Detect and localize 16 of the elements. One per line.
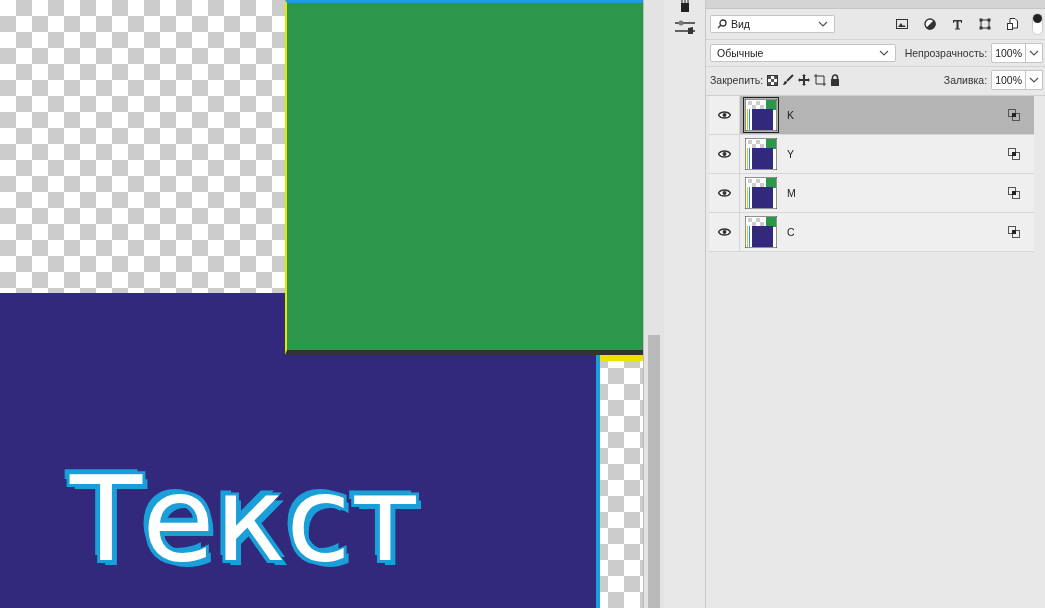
layer-row[interactable]: Y — [709, 135, 1034, 174]
opacity-field[interactable]: 100% — [991, 43, 1043, 63]
layer-row[interactable]: C — [709, 213, 1034, 252]
canvas-text: Текст — [70, 455, 420, 585]
lock-label: Закрепить: — [710, 74, 764, 86]
fill-label: Заливка: — [943, 74, 988, 86]
layer-name: M — [787, 187, 797, 199]
blend-mode-dropdown[interactable]: Обычные — [710, 44, 896, 62]
layer-row[interactable]: M — [709, 174, 1034, 213]
layer-name: K — [787, 109, 795, 121]
fill-field[interactable]: 100% — [991, 70, 1043, 90]
opacity-label: Непрозрачность: — [904, 47, 988, 59]
layer-name: C — [787, 226, 796, 238]
layer-name: Y — [787, 148, 795, 160]
layer-row[interactable]: K — [709, 96, 1034, 135]
filter-dropdown[interactable]: Вид — [710, 15, 835, 33]
